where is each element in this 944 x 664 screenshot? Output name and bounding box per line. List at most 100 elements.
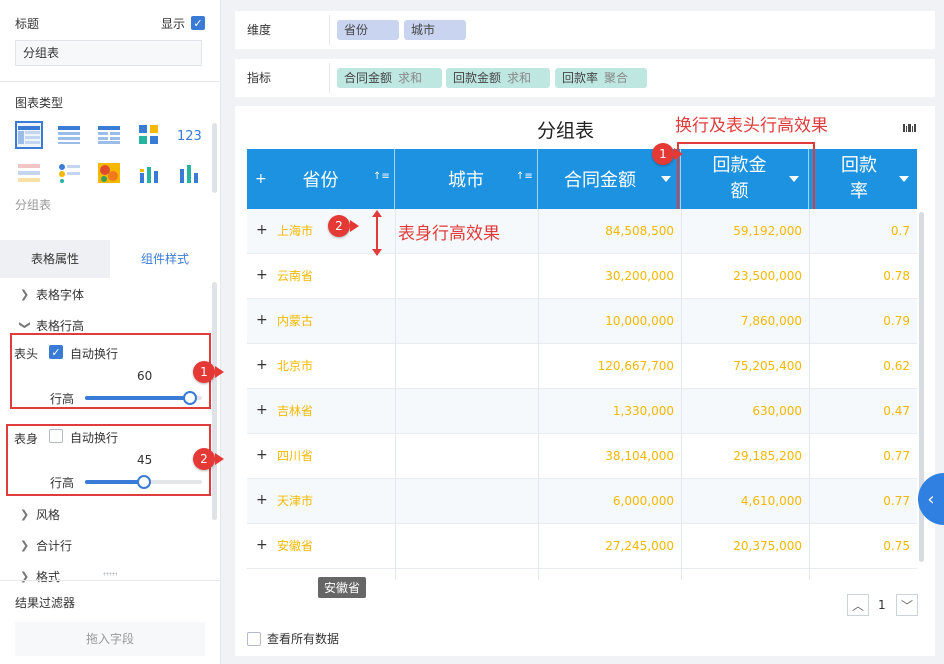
section-style[interactable]: ❯ 风格 (20, 506, 60, 523)
chevron-right-icon: ❯ (20, 570, 30, 583)
prev-page-button[interactable]: ︿ (847, 594, 869, 616)
expand-plus-icon[interactable]: + (255, 171, 267, 187)
header-slider-handle[interactable] (183, 391, 197, 405)
chevron-right-icon: ❯ (20, 288, 30, 301)
table-cell (395, 524, 538, 569)
table-cell: 29,185,200 (733, 449, 802, 463)
table-row[interactable]: + 天津市 6,000,000 4,610,000 0.77 (247, 479, 917, 524)
table-row[interactable]: + 安徽省 27,245,000 20,375,000 0.75 (247, 524, 917, 569)
view-all-checkbox[interactable] (247, 631, 261, 646)
chart-type-scrollbar[interactable] (212, 123, 217, 193)
scatter-bar-chart-icon[interactable] (135, 159, 163, 187)
next-page-button[interactable]: ﹀ (896, 594, 918, 616)
expand-plus-icon[interactable]: + (256, 479, 268, 522)
filter-drop-zone[interactable]: 拖入字段 (15, 622, 205, 656)
table-row[interactable]: + 内蒙古 10,000,000 7,860,000 0.79 (247, 299, 917, 344)
sort-icon[interactable]: ↑≡ (373, 171, 390, 182)
body-slider-handle[interactable] (137, 475, 151, 489)
table-cell: 0.47 (883, 404, 910, 418)
divider (329, 15, 330, 45)
table-row[interactable]: + 云南省 30,200,000 23,500,000 0.78 (247, 254, 917, 299)
body-row-height-label: 行高 (50, 476, 75, 490)
expand-plus-icon[interactable]: + (256, 299, 268, 342)
expand-plus-icon[interactable]: + (256, 254, 268, 297)
dimension-pill-province[interactable]: 省份 (337, 20, 399, 40)
card-list-chart-icon[interactable] (55, 159, 83, 187)
measure-label: 指标 (247, 71, 272, 85)
dimension-bar: 维度 省份 城市 (235, 11, 935, 49)
detail-table-chart-icon[interactable] (55, 121, 83, 149)
number-list-chart-icon[interactable] (15, 159, 43, 187)
table-cell: 7,860,000 (740, 314, 802, 328)
table-cell (395, 254, 538, 299)
view-all-data-toggle[interactable]: 查看所有数据 (247, 630, 339, 647)
table-cell (395, 299, 538, 344)
table-cell: 0.79 (883, 314, 910, 328)
table-row[interactable]: + 北京市 120,667,700 75,205,400 0.62 (247, 344, 917, 389)
header-auto-wrap-checkbox[interactable]: ✓ (49, 345, 63, 359)
table-cell: 四川省 (277, 449, 314, 463)
annotation-pointer (350, 220, 359, 232)
barcode-icon[interactable] (903, 122, 917, 136)
group-table-chart-icon[interactable] (15, 121, 43, 149)
expand-plus-icon[interactable]: + (256, 344, 268, 387)
expand-plus-icon[interactable]: + (256, 389, 268, 432)
settings-scrollbar[interactable] (212, 282, 217, 520)
expand-plus-icon[interactable]: + (256, 209, 268, 252)
dimension-pill-city[interactable]: 城市 (404, 20, 466, 40)
table-cell (395, 344, 538, 389)
table-cell: 内蒙古 (277, 314, 314, 328)
header-cell-province[interactable]: + 省份 ↑≡ (247, 149, 395, 209)
header-row-height-value: 60 (137, 369, 153, 383)
table-cell: 10,000,000 (605, 314, 674, 328)
show-title-toggle[interactable]: 显示 ✓ (161, 15, 205, 32)
body-auto-wrap-checkbox[interactable] (49, 429, 63, 443)
body-slider-fill (85, 480, 144, 484)
annotation-pointer (215, 453, 224, 465)
measure-pill-payment-amount[interactable]: 回款金额 求和 (446, 68, 550, 88)
table-cell: 120,667,700 (597, 359, 674, 373)
sort-icon[interactable]: ↑≡ (516, 171, 533, 182)
result-filter-label: 结果过滤器 (15, 596, 76, 610)
dropdown-caret-icon[interactable] (899, 176, 909, 182)
expand-plus-icon[interactable]: + (256, 434, 268, 477)
panel-resize-grip[interactable] (103, 572, 117, 576)
section-row-height[interactable]: ❯ 表格行高 (19, 317, 85, 334)
dropdown-caret-icon[interactable] (661, 176, 671, 182)
row-height-arrow-icon (372, 210, 382, 256)
column-divider (395, 209, 396, 580)
show-title-checkbox[interactable]: ✓ (191, 16, 205, 30)
section-format[interactable]: ❯ 格式 (20, 568, 60, 585)
table-cell: 0.75 (883, 539, 910, 553)
table-cell: 天津市 (277, 494, 314, 508)
table-preview-card: 分组表 换行及表头行高效果 + 省份 ↑≡ 城市 ↑≡ 合同金额 回款金额 回款… (235, 106, 935, 656)
tab-table-properties[interactable]: 表格属性 (0, 240, 110, 278)
measure-pill-payment-rate[interactable]: 回款率 聚合 (555, 68, 647, 88)
table-row[interactable]: + 吉林省 1,330,000 630,000 0.47 (247, 389, 917, 434)
measure-pill-contract-amount[interactable]: 合同金额 求和 (337, 68, 442, 88)
expand-plus-icon[interactable]: + (256, 524, 268, 567)
header-cell-city[interactable]: 城市 ↑≡ (395, 149, 538, 209)
table-cell (395, 389, 538, 434)
title-input[interactable]: 分组表 (15, 40, 202, 66)
table-cell (395, 434, 538, 479)
view-all-label: 查看所有数据 (267, 632, 340, 646)
header-slider-fill (85, 396, 190, 400)
section-total-row[interactable]: ❯ 合计行 (20, 537, 72, 554)
tab-component-style[interactable]: 组件样式 (110, 240, 220, 278)
heat-map-chart-icon[interactable] (95, 159, 123, 187)
cell-tooltip: 安徽省 (318, 577, 367, 598)
kpi-chart-icon[interactable]: 123 (175, 121, 203, 149)
table-row[interactable]: + 四川省 38,104,000 29,185,200 0.77 (247, 434, 917, 479)
color-table-chart-icon[interactable] (135, 121, 163, 149)
header-cell-payment-rate[interactable]: 回款率 (809, 149, 917, 209)
measure-bar: 指标 合同金额 求和 回款金额 求和 回款率 聚合 (235, 59, 935, 97)
bar-chart-icon[interactable] (175, 159, 203, 187)
dimension-label: 维度 (247, 23, 272, 37)
title-label: 标题 (15, 16, 40, 31)
annotation-body-effect: 表身行高效果 (398, 224, 500, 244)
cross-table-chart-icon[interactable] (95, 121, 123, 149)
section-table-font[interactable]: ❯ 表格字体 (20, 286, 84, 303)
table-cell: 30,200,000 (605, 269, 674, 283)
chart-type-label: 图表类型 (15, 96, 64, 110)
